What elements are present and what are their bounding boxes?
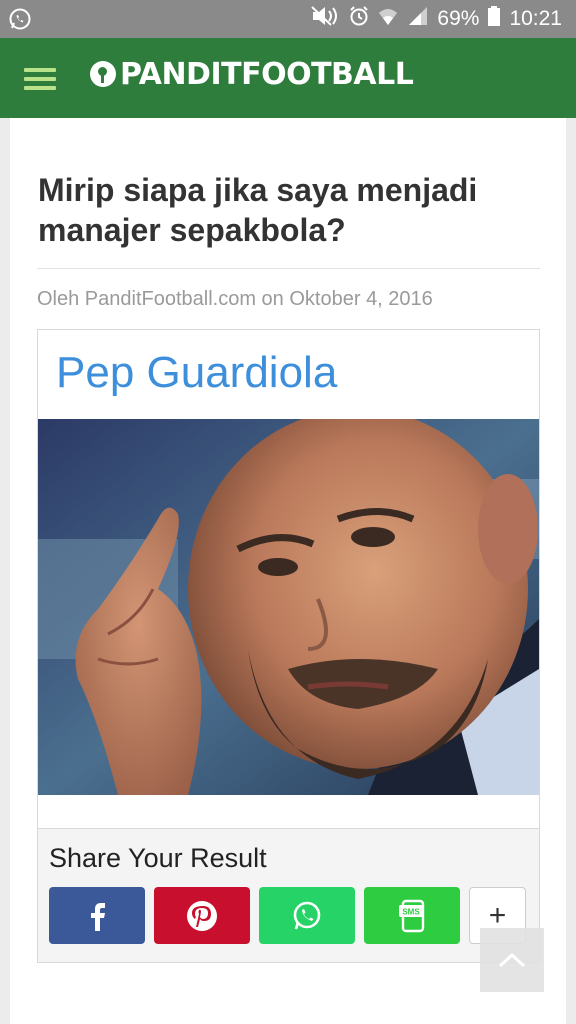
mute-icon [311, 5, 341, 33]
article-meta: Oleh PanditFootball.com on Oktober 4, 20… [37, 288, 433, 310]
whatsapp-notification-icon [8, 7, 32, 36]
logo-text: PANDITFOOTBALL [120, 56, 414, 92]
status-bar: 69% 10:21 [0, 0, 576, 38]
svg-text:SMS: SMS [402, 907, 420, 916]
share-panel: Share Your Result SMS + [38, 828, 539, 962]
site-logo[interactable]: PANDITFOOTBALL [90, 54, 414, 94]
article-page: Mirip siapa jika saya menjadi manajer se… [10, 118, 566, 1024]
wifi-icon [377, 5, 399, 33]
chevron-up-icon [498, 952, 526, 968]
share-whatsapp-button[interactable] [259, 887, 355, 944]
sms-icon: SMS [399, 899, 425, 932]
article-title: Mirip siapa jika saya menjadi manajer se… [38, 172, 478, 248]
clock: 10:21 [509, 7, 562, 30]
share-title: Share Your Result [49, 843, 267, 873]
battery-percent: 69% [437, 7, 480, 30]
battery-icon [487, 5, 501, 33]
facebook-icon [91, 902, 105, 931]
divider [37, 268, 540, 269]
result-name: Pep Guardiola [56, 348, 338, 397]
logo-ball-icon [90, 61, 116, 87]
share-sms-button[interactable]: SMS [364, 887, 460, 944]
alarm-icon [349, 5, 369, 33]
menu-icon[interactable] [24, 68, 56, 92]
pinterest-icon [187, 900, 217, 931]
whatsapp-icon [293, 901, 321, 929]
quiz-result-card: Pep Guardiola Share Your Result SMS + [37, 329, 540, 963]
share-pinterest-button[interactable] [154, 887, 250, 944]
share-facebook-button[interactable] [49, 887, 145, 944]
scroll-top-button[interactable] [480, 928, 544, 992]
app-bar: PANDITFOOTBALL [0, 38, 576, 118]
result-photo [38, 419, 539, 795]
signal-icon [407, 5, 429, 33]
share-buttons: SMS + [49, 887, 526, 944]
